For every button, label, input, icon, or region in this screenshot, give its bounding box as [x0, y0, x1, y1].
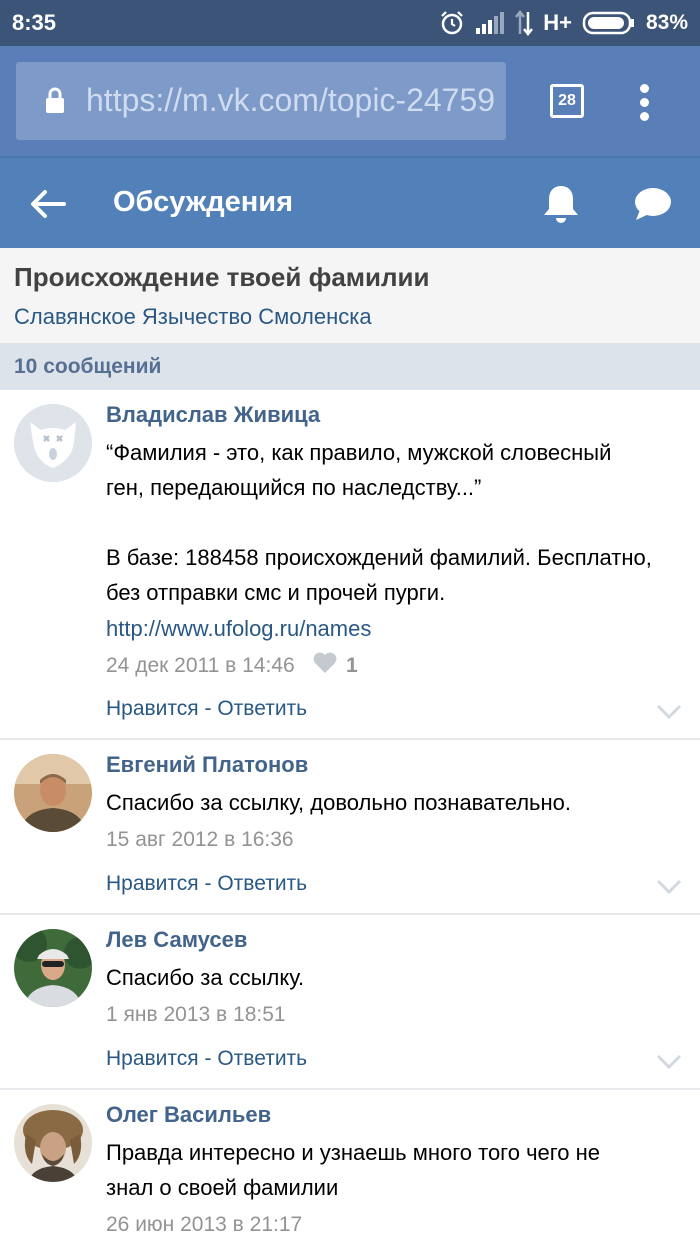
battery-percent: 83%: [645, 11, 688, 34]
topic-title: Происхождение твоей фамилии: [14, 262, 430, 292]
tabs-button[interactable]: 28: [550, 84, 586, 120]
battery-icon: [582, 11, 636, 35]
message-count: 10 сообщений: [14, 355, 162, 378]
post-author[interactable]: Лев Самусев: [106, 927, 247, 953]
avatar[interactable]: [14, 404, 92, 482]
url-text[interactable]: https://m.vk.com/topic-24759: [86, 82, 496, 119]
like-button[interactable]: Нравится: [106, 697, 199, 720]
network-type: H+: [543, 10, 572, 35]
like-button[interactable]: Нравится: [106, 1047, 199, 1070]
chat-bubble-icon[interactable]: [632, 184, 674, 224]
likes[interactable]: 1: [312, 652, 358, 679]
post-author[interactable]: Олег Васильев: [106, 1102, 271, 1128]
address-bar[interactable]: https://m.vk.com/topic-24759: [16, 62, 506, 140]
reply-button[interactable]: Ответить: [217, 872, 307, 895]
page-title: Обсуждения: [113, 186, 294, 218]
action-separator: -: [198, 1047, 218, 1070]
alarm-icon: [439, 10, 465, 36]
post-text: Спасибо за ссылку, довольно познавательн…: [106, 790, 572, 815]
avatar[interactable]: [14, 754, 92, 832]
post-actions: Нравится - Ответить: [106, 872, 307, 896]
avatar[interactable]: [14, 1104, 92, 1182]
post-text: “Фамилия - это, как правило, мужской сло…: [106, 440, 652, 605]
status-time: 8:35: [12, 10, 57, 35]
network-arrows-icon: [515, 10, 534, 36]
topic-header: Происхождение твоей фамилии Славянское Я…: [0, 248, 700, 344]
like-button[interactable]: Нравится: [106, 872, 199, 895]
post: Евгений Платонов Спасибо за ссылку, дово…: [0, 740, 700, 915]
app-header: Обсуждения: [0, 156, 700, 248]
heart-icon: [312, 652, 338, 679]
bell-icon[interactable]: [540, 182, 582, 226]
avatar[interactable]: [14, 929, 92, 1007]
lock-icon: [44, 86, 66, 119]
message-count-bar: 10 сообщений: [0, 344, 700, 390]
status-icons: H+ 83%: [439, 8, 688, 38]
chevron-down-icon[interactable]: [655, 1053, 683, 1071]
post-date: 24 дек 2011 в 14:46: [106, 654, 295, 677]
group-link[interactable]: Славянское Язычество Смоленска: [14, 304, 372, 330]
post-author[interactable]: Владислав Живица: [106, 402, 320, 428]
status-bar: 8:35 H+ 83%: [0, 0, 700, 46]
back-arrow-icon[interactable]: [28, 184, 68, 224]
reply-button[interactable]: Ответить: [217, 697, 307, 720]
post-actions: Нравится - Ответить: [106, 697, 307, 721]
post: Олег Васильев Правда интересно и узнаешь…: [0, 1090, 700, 1244]
signal-icon: [475, 11, 505, 35]
browser-toolbar: https://m.vk.com/topic-24759 28: [0, 46, 700, 156]
tabs-icon: 28: [550, 84, 584, 118]
post: Лев Самусев Спасибо за ссылку. 1 янв 201…: [0, 915, 700, 1090]
action-separator: -: [198, 872, 218, 895]
post-date: 15 авг 2012 в 16:36: [106, 828, 294, 851]
post-date: 26 июн 2013 в 21:17: [106, 1213, 303, 1236]
post: Владислав Живица “Фамилия - это, как пра…: [0, 390, 700, 740]
post-author[interactable]: Евгений Платонов: [106, 752, 308, 778]
like-count: 1: [346, 653, 358, 677]
reply-button[interactable]: Ответить: [217, 1047, 307, 1070]
chevron-down-icon[interactable]: [655, 878, 683, 896]
more-vertical-icon[interactable]: [630, 82, 660, 122]
chevron-down-icon[interactable]: [655, 703, 683, 721]
post-text: Правда интересно и узнаешь много того че…: [106, 1140, 601, 1200]
post-link[interactable]: http://www.ufolog.ru/names: [106, 616, 371, 642]
post-date: 1 янв 2013 в 18:51: [106, 1003, 286, 1026]
post-actions: Нравится - Ответить: [106, 1047, 307, 1071]
action-separator: -: [198, 697, 218, 720]
post-text: Спасибо за ссылку.: [106, 965, 305, 990]
